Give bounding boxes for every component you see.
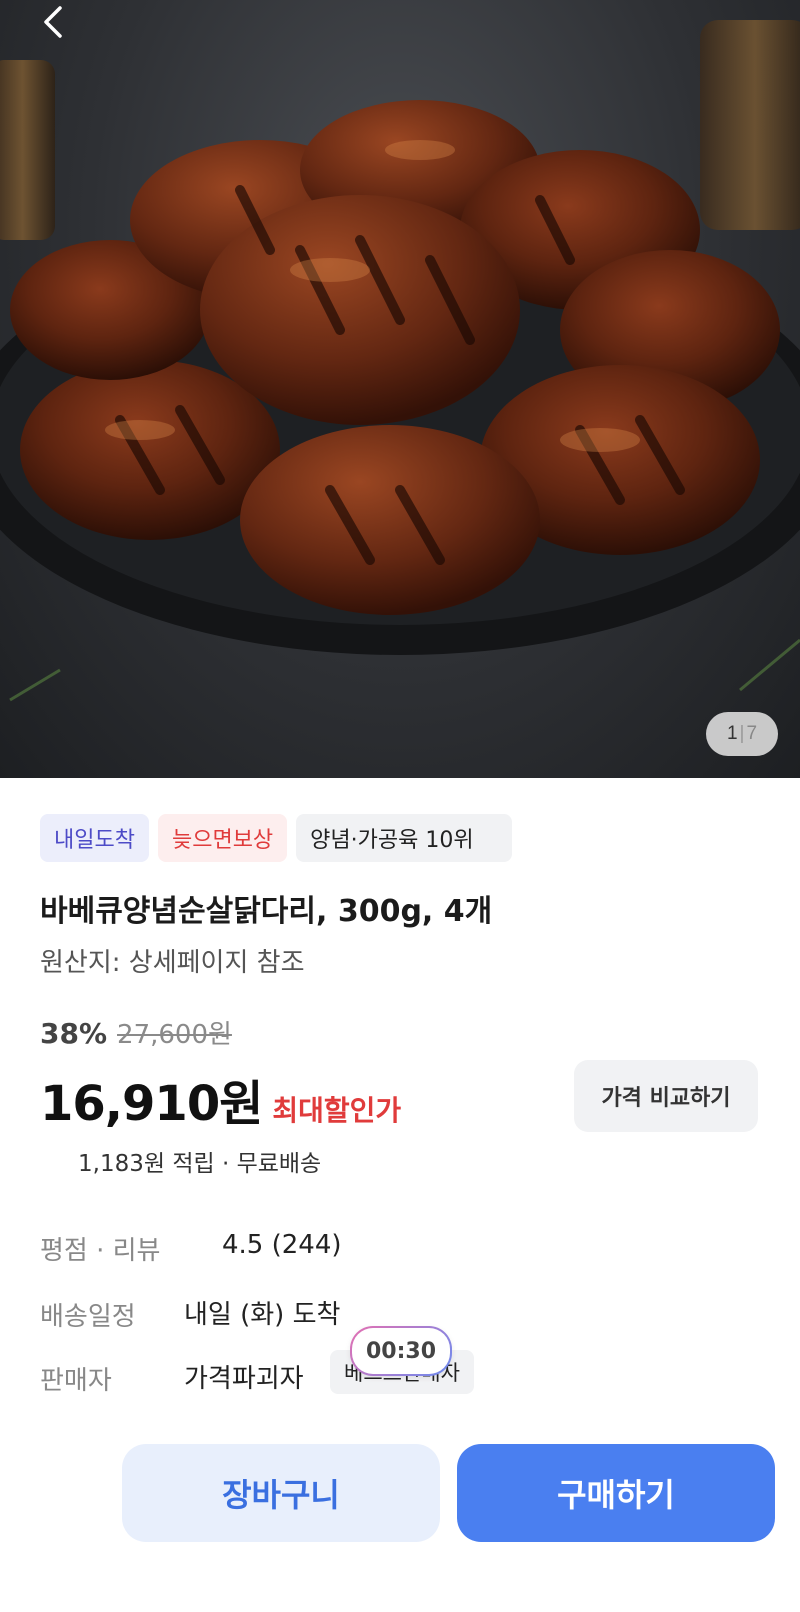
countdown-timer[interactable]: 00:30 [350,1326,452,1376]
product-title: 바베큐양념순살닭다리, 300g, 4개 [40,894,493,929]
delivery-label: 배송일정 [40,1302,136,1332]
image-counter-separator: | [739,723,745,744]
back-button[interactable] [34,2,74,42]
discount-row: 38% 27,600원 [40,1014,232,1051]
original-price: 27,600원 [117,1020,232,1050]
discount-rate: 38% [40,1017,108,1050]
category-rank-badge[interactable]: 양념·가공육 10위 [296,814,512,862]
seller-label: 판매자 [40,1366,112,1396]
sale-price: 16,910원 [40,1076,263,1132]
buy-now-button[interactable]: 구매하기 [457,1444,775,1542]
price-row: 16,910원 최대할인가 [40,1064,401,1134]
chevron-left-icon [44,6,62,38]
rating-label: 평점 · 리뷰 [40,1236,161,1266]
arrival-badge[interactable]: 내일도착 [40,814,149,862]
seller-name[interactable]: 가격파괴자 [184,1358,304,1395]
add-to-cart-button[interactable]: 장바구니 [122,1444,440,1542]
delivery-value: 내일 (화) 도착 [184,1300,341,1330]
best-price-label: 최대할인가 [272,1094,402,1127]
image-counter: 1 | 7 [706,712,778,756]
product-image[interactable]: 1 | 7 [0,0,800,778]
compare-price-button[interactable]: 가격 비교하기 [574,1060,758,1132]
points-shipping-info: 1,183원 적립 · 무료배송 [78,1151,322,1177]
origin-info: 원산지: 상세페이지 참조 [40,948,305,978]
image-counter-total: 7 [746,723,758,744]
image-counter-current: 1 [726,723,738,744]
chicken-photo [0,20,800,702]
late-compensation-badge[interactable]: 늦으면보상 [157,814,288,862]
rating-value[interactable]: 4.5 (244) [222,1230,342,1260]
badge-row: 내일도착 늦으면보상 양념·가공육 10위 [40,814,512,862]
